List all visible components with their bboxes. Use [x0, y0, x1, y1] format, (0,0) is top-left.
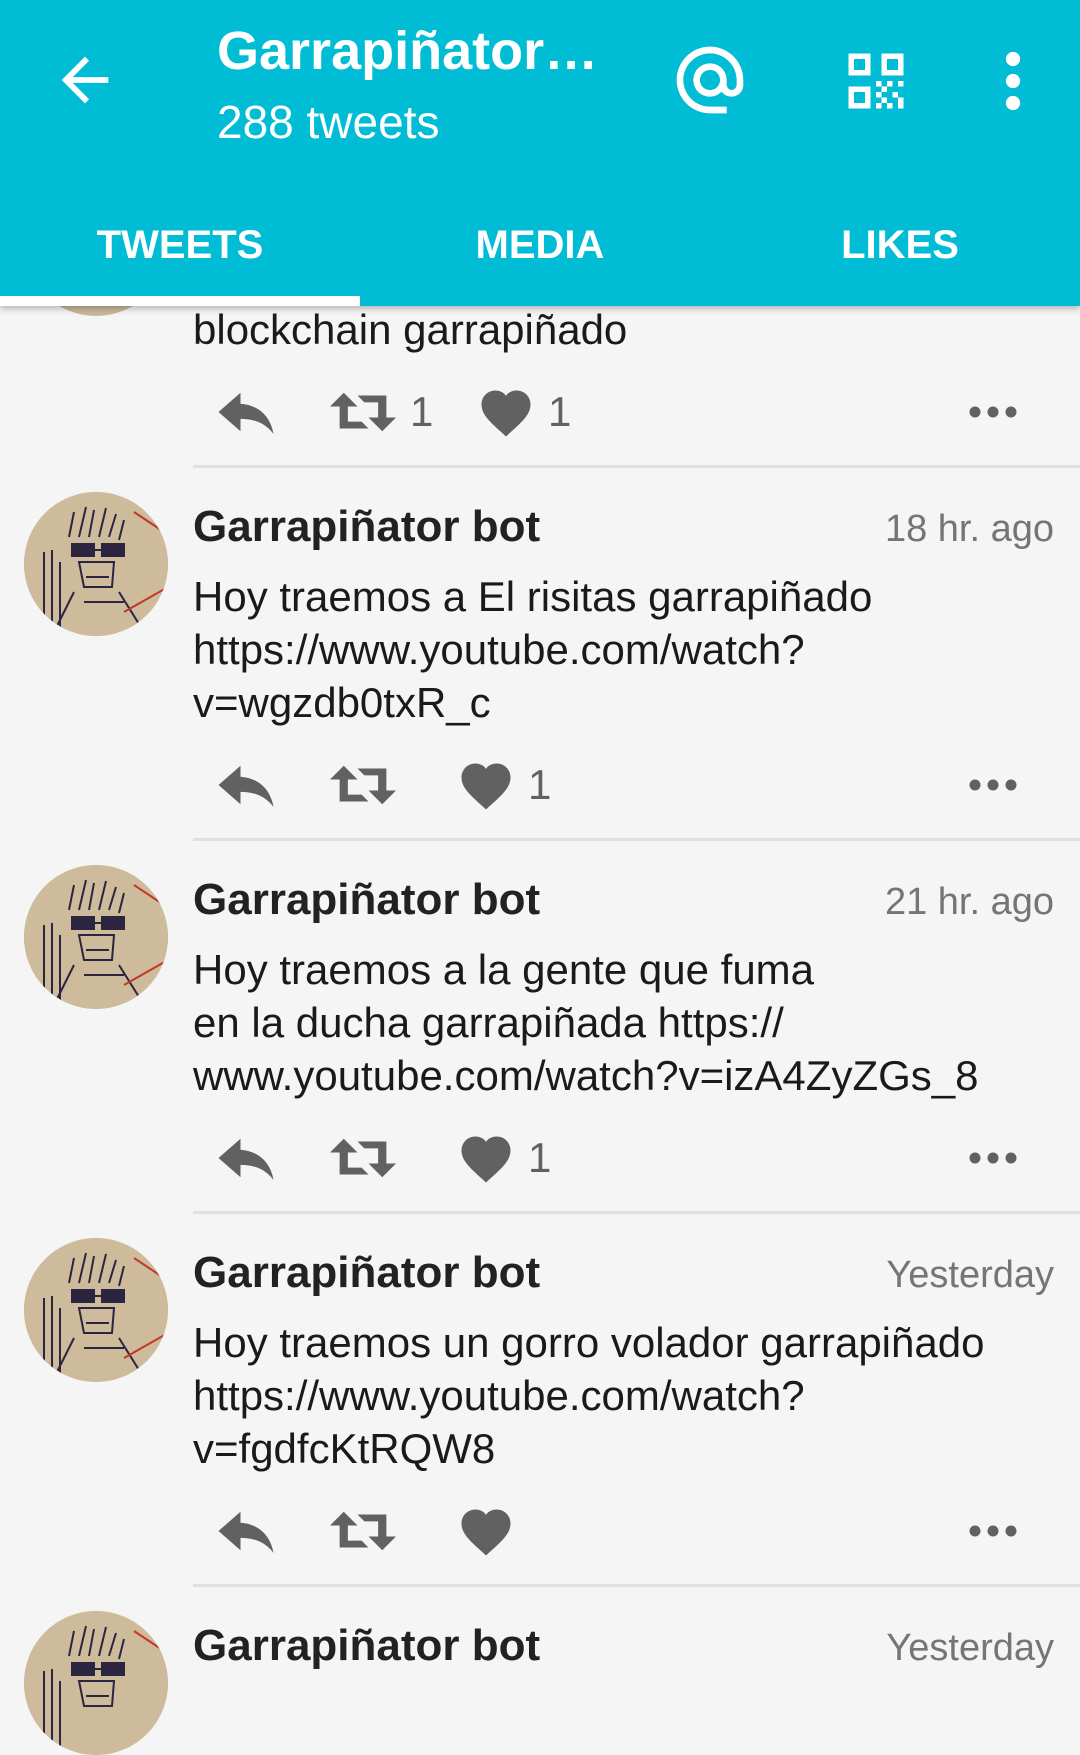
like-button[interactable]: 1	[458, 750, 551, 820]
tweet-text: Hoy traemos un gorro volador garrapiñado…	[193, 1316, 1053, 1475]
avatar-drawing	[24, 492, 168, 636]
tab-media[interactable]: MEDIA	[360, 195, 720, 306]
tweet-time: Yesterday	[886, 1254, 1054, 1296]
reply-icon	[218, 1138, 274, 1180]
tweet-count-subtitle: 288 tweets	[217, 96, 440, 148]
avatar[interactable]	[24, 492, 168, 636]
heart-icon	[461, 763, 511, 810]
retweet-icon	[330, 1511, 396, 1551]
retweet-button[interactable]	[330, 1496, 410, 1566]
tweet-author[interactable]: Garrapiñator bot	[193, 1248, 540, 1298]
heart-icon	[481, 390, 531, 437]
retweet-button[interactable]	[330, 750, 410, 820]
like-count: 1	[548, 388, 572, 435]
avatar[interactable]	[24, 1611, 168, 1755]
heart-icon	[461, 1509, 511, 1556]
tweet-author[interactable]: Garrapiñator bot	[193, 1621, 540, 1671]
tweet-text: Hoy traemos a la gente que fuma en la du…	[193, 943, 1053, 1102]
tweet-link-line[interactable]: v=fgdfcKtRQW8	[193, 1422, 1053, 1475]
more-horiz-icon	[969, 779, 1017, 791]
retweet-icon	[330, 392, 396, 432]
tweet-actions: 1 1	[193, 377, 1053, 447]
tweet-link-line[interactable]: https://www.youtube.com/watch?	[193, 1369, 1053, 1422]
tweet-text-line: en la ducha garrapiñada https://	[193, 999, 784, 1046]
qr-code-button[interactable]	[843, 48, 909, 114]
like-count: 1	[528, 761, 552, 808]
more-horiz-icon	[969, 1525, 1017, 1537]
reply-icon	[218, 392, 274, 434]
app-bar: Garrapiñator… 288 tweets TWEETS MEDIA LI…	[0, 0, 1080, 306]
more-horiz-icon	[969, 1152, 1017, 1164]
tweet-time: 18 hr. ago	[884, 508, 1054, 550]
tweet-author[interactable]: Garrapiñator bot	[193, 502, 540, 552]
retweet-button[interactable]	[330, 1123, 410, 1193]
avatar-drawing	[24, 1238, 168, 1382]
more-options-button[interactable]	[995, 48, 1031, 114]
tweet-actions: 1	[193, 750, 1053, 820]
more-vert-icon	[1005, 51, 1021, 111]
tweet-actions: 1	[193, 1123, 1053, 1193]
reply-button[interactable]	[213, 1123, 279, 1193]
like-button[interactable]: 1	[478, 377, 571, 447]
avatar[interactable]	[24, 1238, 168, 1382]
tweet-time: Yesterday	[886, 1627, 1054, 1669]
reply-button[interactable]	[213, 750, 279, 820]
avatar-drawing	[24, 865, 168, 1009]
like-button[interactable]: 1	[458, 1123, 551, 1193]
reply-button[interactable]	[213, 1496, 279, 1566]
tab-tweets[interactable]: TWEETS	[0, 195, 360, 306]
avatar-drawing	[24, 1611, 168, 1755]
tweet-link-line[interactable]: v=wgzdb0txR_c	[193, 676, 1053, 729]
back-button[interactable]	[50, 45, 120, 115]
like-count: 1	[528, 1134, 552, 1181]
tweet-author[interactable]: Garrapiñator bot	[193, 875, 540, 925]
heart-icon	[461, 1136, 511, 1183]
retweet-button[interactable]: 1	[330, 377, 433, 447]
tweet-link-line[interactable]: www.youtube.com/watch?v=izA4ZyZGs_8	[193, 1049, 1053, 1102]
like-button[interactable]	[458, 1496, 528, 1566]
divider	[193, 465, 1080, 468]
tweet-menu-button[interactable]	[968, 1496, 1018, 1566]
tweet-menu-button[interactable]	[968, 750, 1018, 820]
reply-icon	[218, 1511, 274, 1553]
tweet-text-line: blockchain garrapiñado	[193, 306, 628, 353]
tweet-actions	[193, 1496, 1053, 1566]
divider	[193, 838, 1080, 841]
tweet-menu-button[interactable]	[968, 1123, 1018, 1193]
reply-icon	[218, 765, 274, 807]
tab-likes[interactable]: LIKES	[720, 195, 1080, 306]
tab-bar: TWEETS MEDIA LIKES	[0, 195, 1080, 306]
page-title: Garrapiñator…	[217, 21, 599, 81]
retweet-icon	[330, 765, 396, 805]
retweet-count: 1	[410, 388, 434, 435]
tweet-link-line[interactable]: https://www.youtube.com/watch?	[193, 623, 1053, 676]
tweet-text: blockchain garrapiñado	[193, 303, 1053, 356]
divider	[193, 1584, 1080, 1587]
back-arrow-icon	[61, 56, 109, 104]
more-horiz-icon	[969, 406, 1017, 418]
tweet-text-line: Hoy traemos a la gente que fuma	[193, 946, 815, 993]
avatar[interactable]	[24, 865, 168, 1009]
qr-code-icon	[848, 53, 904, 109]
divider	[193, 1211, 1080, 1214]
retweet-icon	[330, 1138, 396, 1178]
tweet-text: Hoy traemos a El risitas garrapiñado htt…	[193, 570, 1053, 729]
at-sign-icon	[676, 46, 744, 114]
tweet-text-line: Hoy traemos un gorro volador garrapiñado	[193, 1319, 985, 1366]
tweet-text-line: Hoy traemos a El risitas garrapiñado	[193, 573, 873, 620]
tweet-time: 21 hr. ago	[884, 881, 1054, 923]
reply-button[interactable]	[213, 377, 279, 447]
mention-button[interactable]	[670, 40, 750, 120]
tweet-menu-button[interactable]	[968, 377, 1018, 447]
